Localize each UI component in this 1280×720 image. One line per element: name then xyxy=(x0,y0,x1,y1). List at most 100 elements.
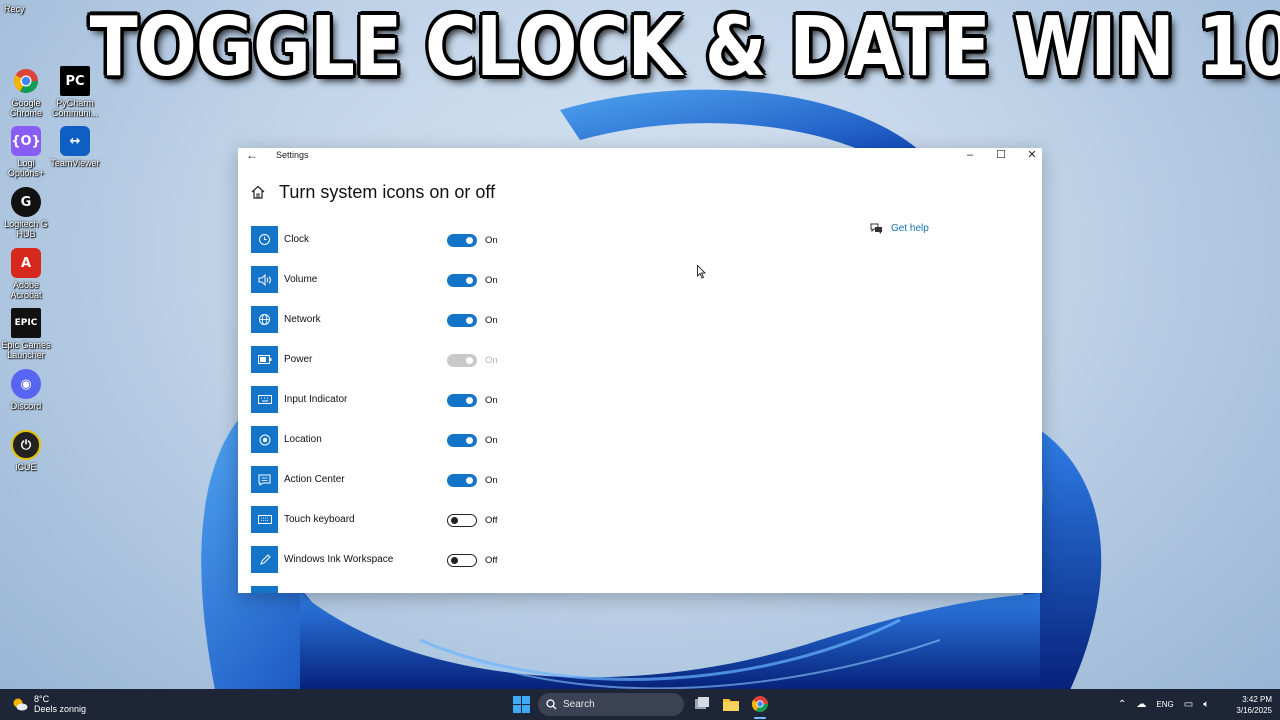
action-center-toggle[interactable] xyxy=(447,474,477,487)
taskbar-search[interactable]: Search xyxy=(538,693,684,716)
toggle-state: Off xyxy=(485,555,498,566)
volume-tray-icon[interactable]: 🔈︎ xyxy=(1203,699,1209,710)
desktop-icon-label: Epic Games Launcher xyxy=(1,340,51,360)
onedrive-cloud-icon[interactable]: ☁ xyxy=(1136,699,1146,710)
toggle-state: On xyxy=(485,235,498,246)
setting-label: Touch keyboard xyxy=(284,514,355,525)
setting-label: Clock xyxy=(284,234,310,245)
desktop-icon-pycharm[interactable]: PC PyCharm Communi... xyxy=(49,66,101,118)
file-explorer-icon[interactable] xyxy=(721,694,741,714)
desktop-icon-label: Adobe Acrobat xyxy=(10,280,42,300)
toggle-state: On xyxy=(485,395,498,406)
setting-row-location: Location On xyxy=(251,426,551,454)
desktop-icon-label: Discord xyxy=(10,401,42,411)
logi-options-icon: {O} xyxy=(11,126,41,156)
taskbar-clock[interactable]: 3:42 PM 3/16/2025 xyxy=(1222,694,1272,716)
taskbar-time: 3:42 PM xyxy=(1242,695,1272,704)
desktop-icon-logi-options[interactable]: {O} Logi Options+ xyxy=(0,126,52,178)
desktop-icon-chrome[interactable]: Google Chrome xyxy=(0,66,52,118)
network-tray-icon[interactable]: ▭ xyxy=(1184,699,1193,710)
setting-row-windows-ink: Windows Ink Workspace Off xyxy=(251,546,551,574)
network-icon xyxy=(251,306,278,333)
desktop-icon-label: TeamViewer xyxy=(50,158,100,168)
get-help-link[interactable]: Get help xyxy=(870,222,929,234)
desktop-icon-label: Recy xyxy=(4,4,25,14)
setting-label: Windows Ink Workspace xyxy=(284,554,394,565)
window-title: Settings xyxy=(276,150,309,160)
desktop-icon-recycle-bin[interactable]: Recy xyxy=(0,4,52,14)
location-toggle[interactable] xyxy=(447,434,477,447)
setting-row-touch-keyboard: Touch keyboard Off xyxy=(251,506,551,534)
touch-keyboard-icon xyxy=(251,506,278,533)
active-app-indicator xyxy=(754,717,766,719)
desktop-icon-label: Logi Options+ xyxy=(7,158,45,178)
toggle-state: Off xyxy=(485,515,498,526)
partly-sunny-icon xyxy=(13,698,28,711)
toggle-state: On xyxy=(485,355,498,366)
page-title: Turn system icons on or off xyxy=(279,182,496,202)
setting-label: Location xyxy=(284,434,322,445)
setting-label: Action Center xyxy=(284,474,345,485)
setting-row-network: Network On xyxy=(251,306,551,334)
desktop-icon-adobe-acrobat[interactable]: A Adobe Acrobat xyxy=(0,248,52,300)
desktop-icon-icue[interactable]: ⏻ iCUE xyxy=(0,430,52,472)
discord-icon: ◉ xyxy=(11,369,41,399)
title-bar: ← Settings – ☐ ✕ xyxy=(238,148,1042,162)
task-view-icon[interactable] xyxy=(692,694,712,714)
icue-icon: ⏻ xyxy=(11,430,41,460)
keyboard-icon xyxy=(251,386,278,413)
chevron-up-icon[interactable]: ⌃ xyxy=(1118,699,1126,710)
desktop-icon-label: PyCharm Communi... xyxy=(51,98,98,118)
setting-row-partial xyxy=(251,586,551,593)
clock-toggle[interactable] xyxy=(447,234,477,247)
desktop-icon-logitech-g-hub[interactable]: G Logitech G HUB xyxy=(0,187,52,239)
touch-keyboard-toggle[interactable] xyxy=(447,514,477,527)
toggle-state: On xyxy=(485,435,498,446)
volume-icon xyxy=(251,266,278,293)
desktop-icon-discord[interactable]: ◉ Discord xyxy=(0,369,52,411)
setting-label: Volume xyxy=(284,274,318,285)
adobe-acrobat-icon: A xyxy=(11,248,41,278)
setting-row-input-indicator: Input Indicator On xyxy=(251,386,551,414)
taskbar: 8°C Deels zonnig Search ⌃ ☁ ENG ▭ 🔈︎ 3:4… xyxy=(0,689,1280,720)
minimize-button[interactable]: – xyxy=(955,148,985,162)
taskbar-date: 3/16/2025 xyxy=(1236,706,1272,715)
start-button[interactable] xyxy=(513,696,530,713)
setting-row-action-center: Action Center On xyxy=(251,466,551,494)
close-button[interactable]: ✕ xyxy=(1017,148,1042,162)
windows-ink-toggle[interactable] xyxy=(447,554,477,567)
desktop-icon-teamviewer[interactable]: ↔ TeamViewer xyxy=(49,126,101,168)
mouse-cursor-icon xyxy=(697,265,706,279)
pycharm-icon: PC xyxy=(60,66,90,96)
chat-help-icon xyxy=(870,223,882,234)
search-label: Search xyxy=(563,699,595,710)
desktop-icon-epic-games[interactable]: EPIC Epic Games Launcher xyxy=(0,308,52,360)
epic-games-icon: EPIC xyxy=(11,308,41,338)
desktop-icon-label: Logitech G HUB xyxy=(4,219,48,239)
weather-widget[interactable]: 8°C Deels zonnig xyxy=(12,694,86,714)
network-toggle[interactable] xyxy=(447,314,477,327)
setting-label: Power xyxy=(284,354,313,365)
setting-row-clock: Clock On xyxy=(251,226,551,254)
desktop-icon-label: Google Chrome xyxy=(9,98,42,118)
maximize-button[interactable]: ☐ xyxy=(986,148,1016,162)
get-help-label: Get help xyxy=(891,222,929,234)
volume-toggle[interactable] xyxy=(447,274,477,287)
teamviewer-icon: ↔ xyxy=(60,126,90,156)
partial-tile-icon xyxy=(251,586,278,593)
desktop-icon-label: iCUE xyxy=(15,462,37,472)
toggle-state: On xyxy=(485,275,498,286)
setting-label: Network xyxy=(284,314,321,325)
language-indicator[interactable]: ENG xyxy=(1156,700,1173,709)
chrome-taskbar-icon[interactable] xyxy=(750,694,770,714)
back-button[interactable]: ← xyxy=(246,148,258,162)
settings-window: ← Settings – ☐ ✕ Turn system icons on or… xyxy=(238,148,1042,593)
home-icon[interactable] xyxy=(250,184,266,200)
location-icon xyxy=(251,426,278,453)
input-indicator-toggle[interactable] xyxy=(447,394,477,407)
setting-label: Input Indicator xyxy=(284,394,348,405)
toggle-state: On xyxy=(485,315,498,326)
power-toggle[interactable] xyxy=(447,354,477,367)
search-icon xyxy=(546,699,557,710)
pen-icon xyxy=(251,546,278,573)
